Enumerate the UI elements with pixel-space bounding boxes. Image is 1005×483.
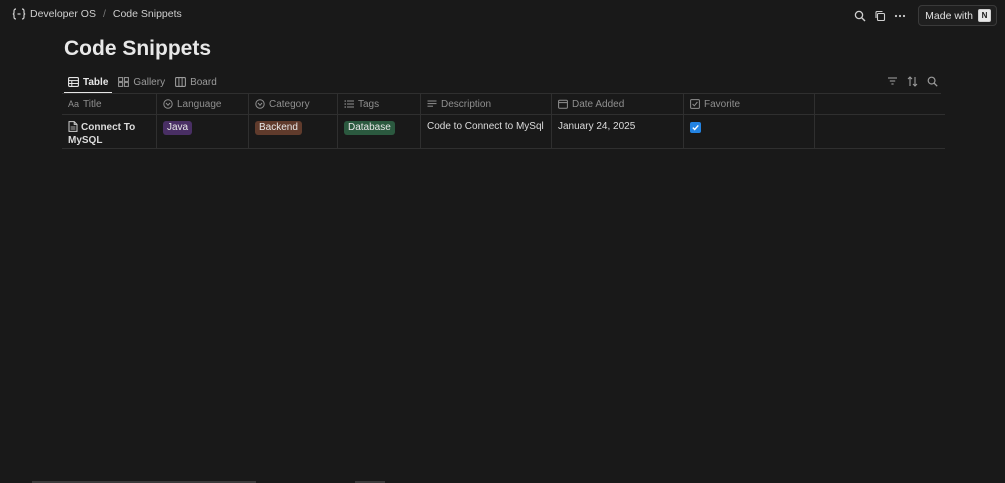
column-header-title[interactable]: Aa Title xyxy=(62,94,157,115)
board-icon xyxy=(175,77,187,87)
page-title[interactable]: Code Snippets xyxy=(64,37,211,61)
sort-icon[interactable] xyxy=(904,73,920,89)
category-tag: Backend xyxy=(255,121,302,135)
column-header-category-label: Category xyxy=(269,98,310,110)
favorite-checkbox[interactable] xyxy=(690,122,701,133)
made-with-button[interactable]: Made with N xyxy=(918,5,997,26)
column-header-category[interactable]: Category xyxy=(248,94,338,115)
breadcrumb-separator: / xyxy=(102,8,106,20)
check-icon xyxy=(692,124,699,131)
top-actions: Made with N xyxy=(848,5,997,26)
tab-board-label: Board xyxy=(190,76,217,88)
cell-language[interactable]: Java xyxy=(156,114,249,149)
column-header-tags-label: Tags xyxy=(358,98,380,110)
breadcrumb: Developer OS / Code Snippets xyxy=(12,8,182,20)
view-tools xyxy=(880,73,940,89)
column-header-title-label: Title xyxy=(83,98,102,110)
topbar: Developer OS / Code Snippets Made with N xyxy=(0,0,1005,30)
cell-date-added[interactable]: January 24, 2025 xyxy=(551,114,684,149)
view-tabs: Table Gallery Board xyxy=(64,72,223,94)
text-property-icon: Aa xyxy=(68,99,80,109)
select-icon xyxy=(163,99,173,109)
cell-description[interactable]: Code to Connect to MySql xyxy=(420,114,552,149)
column-header-date-added-label: Date Added xyxy=(572,98,625,110)
row-title: Connect To MySQL xyxy=(68,122,136,146)
filter-icon[interactable] xyxy=(884,73,900,89)
tab-table[interactable]: Table xyxy=(64,72,113,94)
cell-favorite[interactable] xyxy=(683,114,815,149)
column-header-tags[interactable]: Tags xyxy=(337,94,421,115)
cell-title[interactable]: Connect To MySQL xyxy=(62,114,157,149)
column-header-date-added[interactable]: Date Added xyxy=(551,94,684,115)
duplicate-icon[interactable] xyxy=(872,8,888,24)
tab-table-label: Table xyxy=(83,76,109,88)
column-header-favorite-label: Favorite xyxy=(704,98,741,110)
tab-board[interactable]: Board xyxy=(171,72,221,92)
tab-gallery[interactable]: Gallery xyxy=(114,72,169,92)
cell-tags[interactable]: Database xyxy=(337,114,421,149)
breadcrumb-workspace[interactable]: Developer OS xyxy=(30,8,96,20)
table-row[interactable]: Connect To MySQL Java Backend Database C… xyxy=(62,114,945,149)
snippets-table: Aa Title Language Category Tags Descript… xyxy=(62,94,945,149)
column-header-favorite[interactable]: Favorite xyxy=(683,94,815,115)
cell-empty xyxy=(814,114,945,149)
column-header-language-label: Language xyxy=(177,98,222,110)
checkbox-icon xyxy=(690,99,700,109)
made-with-label: Made with xyxy=(925,9,973,22)
search-icon[interactable] xyxy=(852,8,868,24)
table-header-row: Aa Title Language Category Tags Descript… xyxy=(62,94,945,115)
breadcrumb-page[interactable]: Code Snippets xyxy=(113,8,182,20)
notion-logo-icon: N xyxy=(978,9,991,22)
page-icon xyxy=(68,121,78,132)
column-header-add[interactable] xyxy=(814,94,945,115)
list-icon xyxy=(344,100,354,108)
column-header-language[interactable]: Language xyxy=(156,94,249,115)
more-icon[interactable] xyxy=(892,8,908,24)
select-icon xyxy=(255,99,265,109)
gallery-icon xyxy=(118,77,130,87)
language-tag: Java xyxy=(163,121,193,135)
text-lines-icon xyxy=(427,100,437,107)
table-search-icon[interactable] xyxy=(924,73,940,89)
table-icon xyxy=(68,77,79,87)
tab-gallery-label: Gallery xyxy=(133,76,166,88)
workspace-logo-icon xyxy=(12,8,26,20)
cell-category[interactable]: Backend xyxy=(248,114,338,149)
tags-tag: Database xyxy=(344,121,395,135)
column-header-description-label: Description xyxy=(441,98,492,110)
calendar-icon xyxy=(558,99,568,109)
column-header-description[interactable]: Description xyxy=(420,94,552,115)
